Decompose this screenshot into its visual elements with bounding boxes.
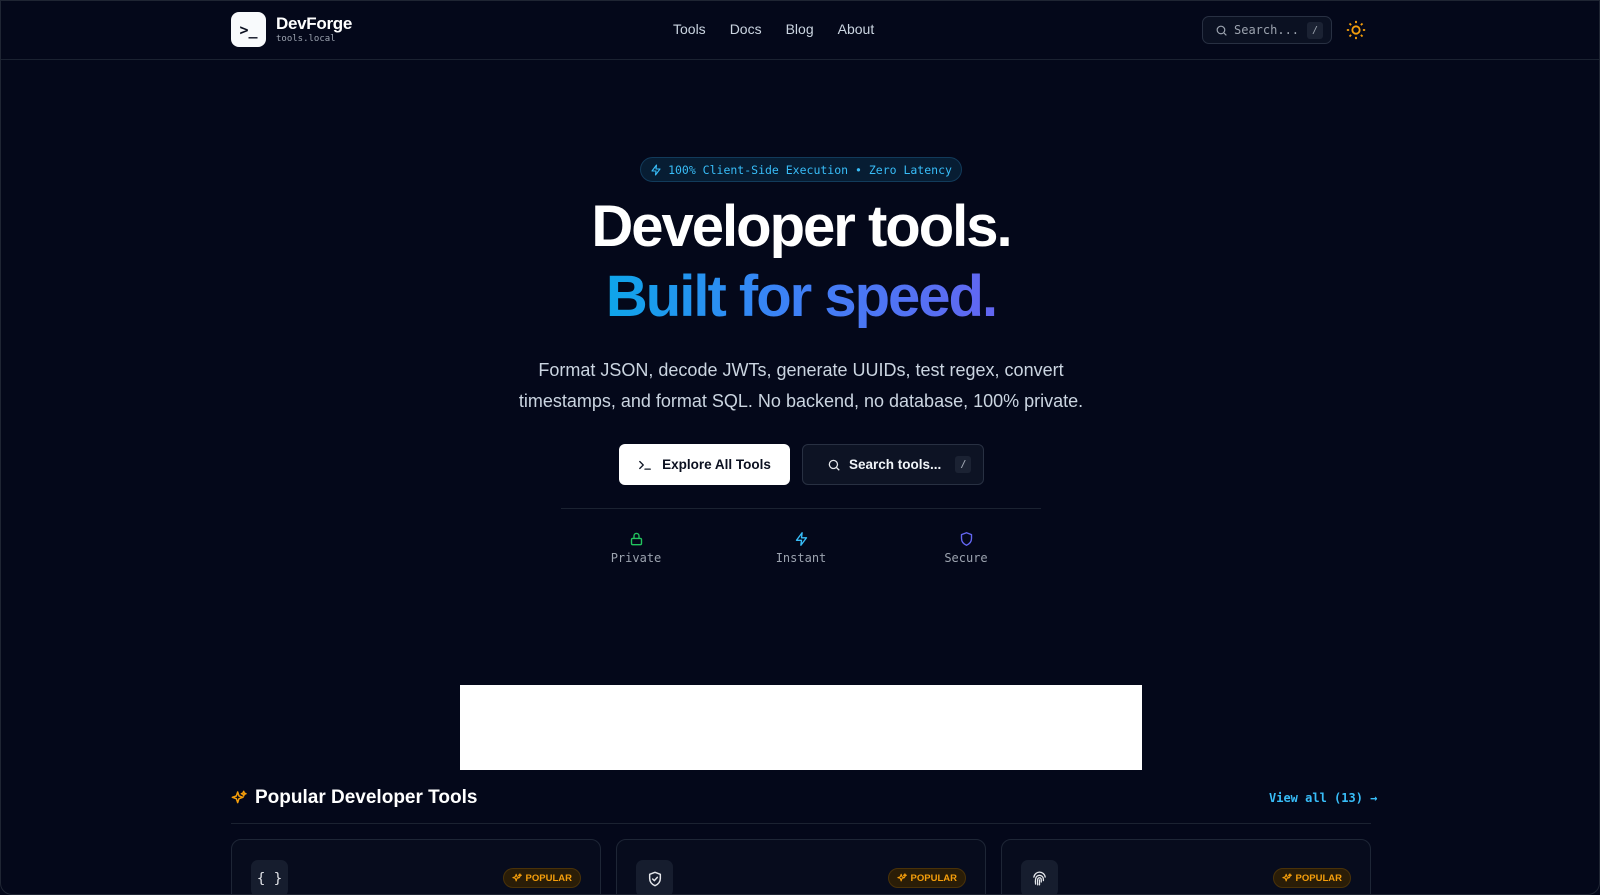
brand-domain: tools.local — [276, 34, 336, 44]
hero-badge-text: 100% Client-Side Execution • Zero Latenc… — [668, 162, 952, 177]
popular-badge: POPULAR — [502, 868, 581, 888]
zap-icon — [795, 532, 807, 546]
sparkles-icon — [896, 873, 907, 882]
main-nav: Tools Docs Blog About — [673, 21, 898, 37]
fingerprint-icon — [1021, 860, 1058, 894]
feature-private: Private — [576, 531, 696, 565]
braces-icon: { } — [251, 860, 288, 894]
sparkles-icon — [1281, 873, 1292, 882]
hero-subtitle-line2: timestamps, and format SQL. No backend, … — [518, 391, 1084, 411]
search-icon — [828, 459, 840, 471]
feature-private-label: Private — [610, 551, 662, 565]
search-shortcut-key: / — [1307, 22, 1323, 39]
header-search-placeholder: Search... — [1234, 23, 1300, 37]
ad-placeholder — [460, 685, 1142, 770]
hero-divider — [561, 508, 1041, 509]
sun-icon — [1346, 20, 1366, 40]
tool-card[interactable]: POPULAR — [1001, 839, 1371, 894]
nav-tools[interactable]: Tools — [673, 21, 706, 37]
sparkles-icon — [231, 790, 247, 804]
popular-badge: POPULAR — [887, 868, 966, 888]
nav-docs[interactable]: Docs — [730, 21, 762, 37]
hero-title-line1: Developer tools. — [591, 194, 1012, 259]
feature-secure-label: Secure — [944, 551, 988, 565]
popular-badge-label: POPULAR — [1295, 872, 1342, 884]
popular-badge-label: POPULAR — [525, 872, 572, 884]
brand-name: DevForge — [276, 14, 353, 33]
tool-card[interactable]: POPULAR — [616, 839, 986, 894]
app-window: >_ DevForge tools.local Tools Docs Blog … — [0, 0, 1600, 895]
popular-tools-header: Popular Developer Tools — [231, 787, 477, 809]
search-tools-shortcut-key: / — [955, 456, 972, 473]
brand-logo[interactable]: >_ DevForge tools.local — [231, 12, 352, 47]
hero-title-line2: Built for speed. — [1, 268, 1599, 326]
explore-all-tools-label: Explore All Tools — [662, 457, 771, 472]
terminal-logo-icon: >_ — [231, 12, 266, 47]
shield-check-icon — [636, 860, 673, 894]
header-search-input[interactable]: Search... / — [1202, 16, 1332, 44]
popular-tools-title: Popular Developer Tools — [255, 787, 478, 808]
theme-toggle-button[interactable] — [1345, 19, 1367, 41]
popular-badge-label: POPULAR — [910, 872, 957, 884]
popular-divider — [231, 823, 1371, 824]
hero-subtitle: Format JSON, decode JWTs, generate UUIDs… — [1, 355, 1599, 417]
search-tools-button[interactable]: Search tools... / — [802, 444, 984, 485]
shield-icon — [960, 532, 972, 546]
nav-about[interactable]: About — [838, 21, 875, 37]
terminal-icon — [639, 460, 652, 470]
explore-all-tools-button[interactable]: Explore All Tools — [619, 444, 790, 485]
nav-blog[interactable]: Blog — [786, 21, 814, 37]
hero-badge: 100% Client-Side Execution • Zero Latenc… — [640, 157, 962, 182]
popular-badge: POPULAR — [1272, 868, 1351, 888]
feature-instant: Instant — [741, 531, 861, 565]
hero-subtitle-line1: Format JSON, decode JWTs, generate UUIDs… — [538, 360, 1064, 380]
hero-title-gradient: Built for speed. — [605, 264, 998, 329]
sparkles-icon — [511, 873, 522, 882]
feature-secure: Secure — [906, 531, 1026, 565]
view-all-tools-link[interactable]: View all (13) → — [1269, 791, 1377, 805]
search-icon — [1216, 25, 1227, 36]
feature-instant-label: Instant — [775, 551, 827, 565]
search-tools-label: Search tools... — [849, 457, 942, 472]
tool-card[interactable]: { } POPULAR — [231, 839, 601, 894]
top-header: >_ DevForge tools.local Tools Docs Blog … — [1, 1, 1599, 60]
zap-icon — [651, 163, 661, 176]
lock-icon — [630, 532, 642, 546]
